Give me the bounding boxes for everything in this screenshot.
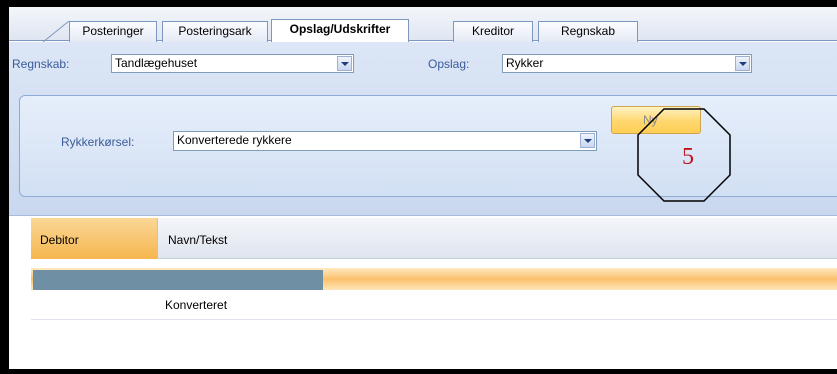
tab-opslag-udskrifter[interactable]: Opslag/Udskrifter	[271, 19, 409, 42]
app-window: Posteringer Posteringsark Opslag/Udskrif…	[9, 7, 837, 369]
chevron-down-icon[interactable]	[580, 133, 595, 148]
tab-posteringsark[interactable]: Posteringsark	[162, 21, 268, 42]
rykkerkorsel-select[interactable]: Konverterede rykkere	[173, 131, 597, 151]
tab-strip: Posteringer Posteringsark Opslag/Udskrif…	[9, 7, 837, 42]
opslag-select[interactable]: Rykker	[502, 54, 752, 73]
column-header-navn-tekst[interactable]: Navn/Tekst	[159, 218, 227, 259]
rykkerkorsel-value: Konverterede rykkere	[177, 133, 292, 147]
group-row-bar	[33, 270, 323, 290]
annotation-number: 5	[682, 144, 694, 170]
regnskab-select[interactable]: Tandlægehuset	[111, 54, 354, 73]
chevron-down-icon[interactable]	[337, 56, 352, 71]
chevron-down-icon[interactable]	[735, 56, 750, 71]
regnskab-label: Regnskab:	[12, 57, 70, 71]
opslag-label: Opslag:	[428, 57, 470, 71]
tab-posteringer[interactable]: Posteringer	[69, 21, 157, 42]
tab-kreditor[interactable]: Kreditor	[453, 21, 533, 42]
column-header-debitor[interactable]: Debitor	[31, 218, 158, 259]
opslag-value: Rykker	[506, 56, 544, 70]
tab-strip-slant	[43, 21, 69, 42]
group-row[interactable]	[31, 268, 837, 290]
regnskab-value: Tandlægehuset	[115, 56, 198, 70]
grid-header: Debitor Navn/Tekst	[31, 218, 837, 259]
rykkerkorsel-label: Rykkerkørsel:	[61, 135, 135, 149]
grid-empty-area	[31, 321, 837, 369]
table-cell-navn: Konverteret	[165, 298, 228, 312]
table-row[interactable]: Konverteret	[31, 290, 837, 320]
tab-regnskab[interactable]: Regnskab	[538, 21, 638, 42]
